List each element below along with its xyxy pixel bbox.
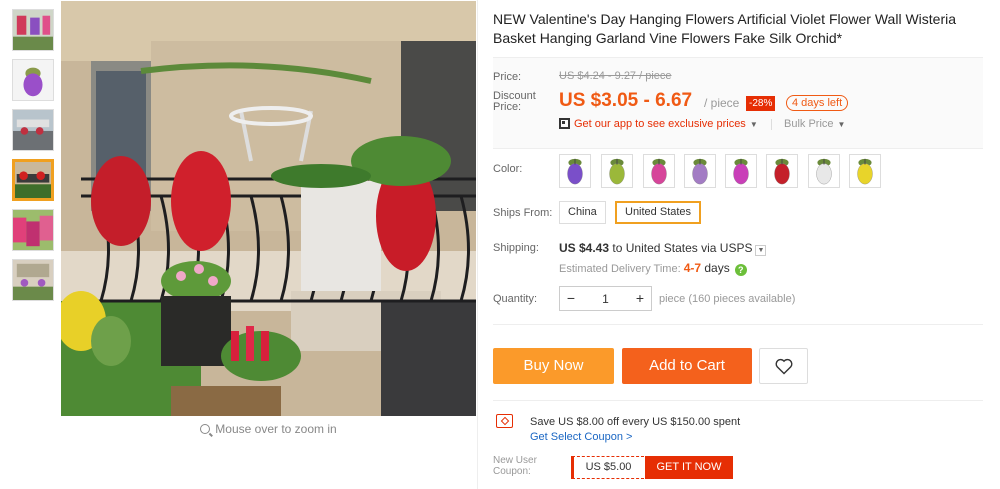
- color-swatch-yellow[interactable]: [849, 154, 881, 188]
- flower-swatch-image: [602, 155, 632, 187]
- product-main-image[interactable]: [61, 1, 476, 416]
- color-swatch-red[interactable]: [766, 154, 798, 188]
- add-to-cart-button[interactable]: Add to Cart: [622, 348, 752, 384]
- divider: [493, 324, 983, 325]
- color-swatch-purple[interactable]: [559, 154, 591, 188]
- thumbnail-4-selected[interactable]: [12, 159, 54, 201]
- color-swatch-green-pink[interactable]: [601, 154, 633, 188]
- thumbnail-3[interactable]: [12, 109, 54, 151]
- quantity-input[interactable]: [584, 289, 627, 308]
- thumbnail-1[interactable]: [12, 9, 54, 51]
- quantity-available: piece (160 pieces available): [659, 293, 796, 305]
- ships-from-china[interactable]: China: [559, 201, 606, 224]
- buy-now-button[interactable]: Buy Now: [493, 348, 614, 384]
- thumbnail-5[interactable]: [12, 209, 54, 251]
- bulk-price-text: Bulk Price: [784, 118, 834, 130]
- heart-icon: [775, 358, 793, 375]
- quantity-label: Quantity:: [493, 293, 538, 305]
- color-swatch-light-purple[interactable]: [684, 154, 716, 188]
- product-photo: [61, 1, 476, 416]
- divider: [493, 400, 983, 401]
- days-left-badge: 4 days left: [786, 95, 849, 111]
- shipping-destination: to United States via USPS: [609, 241, 753, 255]
- color-swatch-magenta[interactable]: [725, 154, 757, 188]
- quantity-increase-button[interactable]: +: [629, 287, 651, 310]
- discount-badge: -28%: [746, 96, 776, 111]
- chevron-down-icon: ▼: [749, 120, 758, 129]
- new-user-label-2: Coupon:: [493, 466, 531, 477]
- flower-swatch-image: [685, 155, 715, 187]
- new-user-label-1: New User: [493, 455, 537, 466]
- flower-swatch-image: [560, 155, 590, 187]
- thumbnail-list: [12, 9, 54, 309]
- color-swatch-white[interactable]: [808, 154, 840, 188]
- quantity-decrease-button[interactable]: −: [560, 287, 582, 310]
- original-price: US $4.24 - 9.27 / piece: [559, 70, 672, 82]
- per-piece: / piece: [704, 96, 740, 110]
- help-icon[interactable]: ?: [734, 264, 747, 276]
- get-select-coupon-link[interactable]: Get Select Coupon >: [530, 431, 632, 443]
- delivery-days: 4-7: [683, 261, 702, 275]
- zoom-hint: Mouse over to zoom in: [61, 422, 476, 436]
- discount-price-label-2: Price:: [493, 101, 522, 113]
- magnifier-icon: [200, 424, 211, 434]
- shipping-label: Shipping:: [493, 242, 539, 254]
- zoom-hint-text: Mouse over to zoom in: [215, 422, 337, 436]
- get-it-now-button[interactable]: GET IT NOW: [645, 456, 733, 479]
- bulk-price-dropdown[interactable]: Bulk Price ▼: [784, 118, 845, 130]
- thumbnail-2[interactable]: [12, 59, 54, 101]
- days-word: days: [701, 261, 730, 275]
- app-promo-text: Get our app to see exclusive prices: [574, 118, 746, 130]
- quantity-stepper: − +: [559, 286, 652, 311]
- divider: [493, 148, 983, 149]
- wishlist-button[interactable]: [759, 348, 808, 384]
- flower-swatch-image: [809, 155, 839, 187]
- color-label: Color:: [493, 163, 523, 175]
- flower-swatch-image: [767, 155, 797, 187]
- coupon-text: Save US $8.00 off every US $150.00 spent: [530, 416, 741, 428]
- qr-code-icon: [559, 118, 570, 129]
- app-promo-link[interactable]: Get our app to see exclusive prices ▼: [559, 117, 758, 132]
- shipping-info: US $4.43 to United States via USPS ▼: [559, 241, 767, 256]
- estimated-delivery: Estimated Delivery Time: 4-7 days ?: [559, 261, 747, 276]
- shipping-dropdown-icon[interactable]: ▼: [755, 245, 767, 256]
- flower-swatch-image: [726, 155, 756, 187]
- flower-swatch-image: [644, 155, 674, 187]
- thumbnail-6[interactable]: [12, 259, 54, 301]
- color-swatch-pink[interactable]: [643, 154, 675, 188]
- estimated-delivery-label: Estimated Delivery Time:: [559, 263, 684, 275]
- divider: [771, 119, 772, 130]
- product-title: NEW Valentine's Day Hanging Flowers Arti…: [493, 11, 957, 46]
- chevron-down-icon: ▼: [837, 120, 846, 129]
- flower-swatch-image: [850, 155, 880, 187]
- price-label: Price:: [493, 71, 522, 83]
- divider: [477, 0, 478, 489]
- new-user-coupon-label: New User Coupon:: [493, 455, 537, 477]
- ships-from-label: Ships From:: [493, 207, 553, 219]
- discount-price: US $3.05 - 6.67: [559, 90, 693, 111]
- ships-from-united-states[interactable]: United States: [615, 201, 702, 224]
- coupon-amount: US $5.00: [571, 456, 644, 479]
- coupon-icon: [496, 414, 513, 428]
- shipping-cost: US $4.43: [559, 241, 610, 255]
